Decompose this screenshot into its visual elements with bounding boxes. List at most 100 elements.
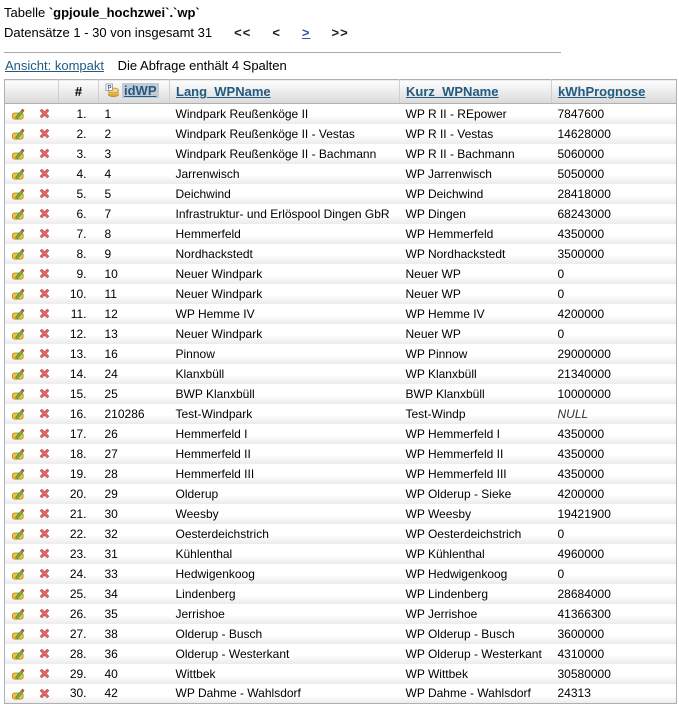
cell-lang-wpname: Hedwigenkoog — [170, 564, 400, 584]
view-mode-link[interactable]: Ansicht: kompakt — [5, 58, 104, 73]
edit-icon[interactable] — [11, 246, 26, 261]
cell-lang-wpname: Wittbek — [170, 664, 400, 684]
delete-icon[interactable] — [37, 106, 52, 121]
delete-icon[interactable] — [37, 306, 52, 321]
edit-icon[interactable] — [11, 466, 26, 481]
edit-icon[interactable] — [11, 266, 26, 281]
sort-link-kwhprognose[interactable]: kWhPrognose — [558, 84, 645, 99]
delete-icon[interactable] — [37, 366, 52, 381]
table-row: 9. 10 Neuer Windpark Neuer WP 0 — [5, 264, 677, 284]
cell-idwp: 10 — [99, 264, 170, 284]
cell-idwp: 12 — [99, 304, 170, 324]
row-number-cell: 3. — [59, 144, 99, 164]
cell-kwhprognose: 41366300 — [552, 604, 677, 624]
edit-icon[interactable] — [11, 586, 26, 601]
pagination-next-link[interactable]: > — [302, 25, 311, 40]
row-number-cell: 4. — [59, 164, 99, 184]
delete-icon[interactable] — [37, 406, 52, 421]
delete-icon[interactable] — [37, 266, 52, 281]
edit-icon[interactable] — [11, 286, 26, 301]
edit-icon[interactable] — [11, 686, 26, 701]
edit-icon[interactable] — [11, 626, 26, 641]
delete-icon[interactable] — [37, 426, 52, 441]
delete-icon[interactable] — [37, 346, 52, 361]
cell-kwhprognose: 28684000 — [552, 584, 677, 604]
sort-link-lang-wpname[interactable]: Lang_WPName — [176, 84, 271, 99]
delete-icon[interactable] — [37, 586, 52, 601]
delete-icon[interactable] — [37, 126, 52, 141]
row-number-cell: 5. — [59, 184, 99, 204]
delete-icon[interactable] — [37, 486, 52, 501]
edit-icon[interactable] — [11, 446, 26, 461]
cell-kwhprognose: 0 — [552, 284, 677, 304]
edit-icon[interactable] — [11, 346, 26, 361]
edit-icon[interactable] — [11, 106, 26, 121]
edit-icon[interactable] — [11, 386, 26, 401]
cell-idwp: 7 — [99, 204, 170, 224]
row-actions — [5, 204, 59, 224]
row-number-cell: 29. — [59, 664, 99, 684]
row-number-cell: 16. — [59, 404, 99, 424]
edit-icon[interactable] — [11, 426, 26, 441]
edit-icon[interactable] — [11, 406, 26, 421]
delete-icon[interactable] — [37, 526, 52, 541]
edit-icon[interactable] — [11, 546, 26, 561]
delete-icon[interactable] — [37, 546, 52, 561]
cell-idwp: 33 — [99, 564, 170, 584]
title-prefix: Tabelle — [4, 5, 45, 20]
records-line: Datensätze 1 - 30 von insgesamt 31 << < … — [4, 23, 676, 46]
edit-icon[interactable] — [11, 486, 26, 501]
delete-icon[interactable] — [37, 506, 52, 521]
delete-icon[interactable] — [37, 446, 52, 461]
row-number-cell: 18. — [59, 444, 99, 464]
edit-icon[interactable] — [11, 126, 26, 141]
delete-icon[interactable] — [37, 146, 52, 161]
delete-icon[interactable] — [37, 566, 52, 581]
delete-icon[interactable] — [37, 226, 52, 241]
edit-icon[interactable] — [11, 506, 26, 521]
edit-icon[interactable] — [11, 646, 26, 661]
edit-icon[interactable] — [11, 226, 26, 241]
delete-icon[interactable] — [37, 326, 52, 341]
edit-icon[interactable] — [11, 606, 26, 621]
table-name: `gpjoule_hochzwei`.`wp` — [49, 5, 200, 20]
edit-icon[interactable] — [11, 326, 26, 341]
cell-kurz-wpname: WP Kühlenthal — [400, 544, 552, 564]
delete-icon[interactable] — [37, 686, 52, 701]
delete-icon[interactable] — [37, 606, 52, 621]
delete-icon[interactable] — [37, 386, 52, 401]
delete-icon[interactable] — [37, 186, 52, 201]
cell-idwp: 28 — [99, 464, 170, 484]
edit-icon[interactable] — [11, 146, 26, 161]
edit-icon[interactable] — [11, 366, 26, 381]
edit-icon[interactable] — [11, 186, 26, 201]
cell-idwp: 30 — [99, 504, 170, 524]
table-row: 6. 7 Infrastruktur- und Erlöspool Dingen… — [5, 204, 677, 224]
cell-idwp: 2 — [99, 124, 170, 144]
delete-icon[interactable] — [37, 286, 52, 301]
edit-icon[interactable] — [11, 666, 26, 681]
delete-icon[interactable] — [37, 646, 52, 661]
row-actions — [5, 324, 59, 344]
delete-icon[interactable] — [37, 466, 52, 481]
delete-icon[interactable] — [37, 626, 52, 641]
delete-icon[interactable] — [37, 246, 52, 261]
row-number-cell: 27. — [59, 624, 99, 644]
edit-icon[interactable] — [11, 166, 26, 181]
edit-icon[interactable] — [11, 566, 26, 581]
cell-kurz-wpname: WP Deichwind — [400, 184, 552, 204]
sort-link-idwp[interactable]: idWP — [122, 83, 159, 98]
delete-icon[interactable] — [37, 166, 52, 181]
sort-link-kurz-wpname[interactable]: Kurz_WPName — [406, 84, 498, 99]
edit-icon[interactable] — [11, 526, 26, 541]
cell-kurz-wpname: WP R II - Vestas — [400, 124, 552, 144]
cell-idwp: 32 — [99, 524, 170, 544]
edit-icon[interactable] — [11, 206, 26, 221]
edit-icon[interactable] — [11, 306, 26, 321]
actions-header — [5, 80, 59, 104]
pagination-last[interactable]: >> — [332, 25, 349, 40]
row-actions — [5, 364, 59, 384]
delete-icon[interactable] — [37, 206, 52, 221]
delete-icon[interactable] — [37, 666, 52, 681]
row-actions — [5, 664, 59, 684]
